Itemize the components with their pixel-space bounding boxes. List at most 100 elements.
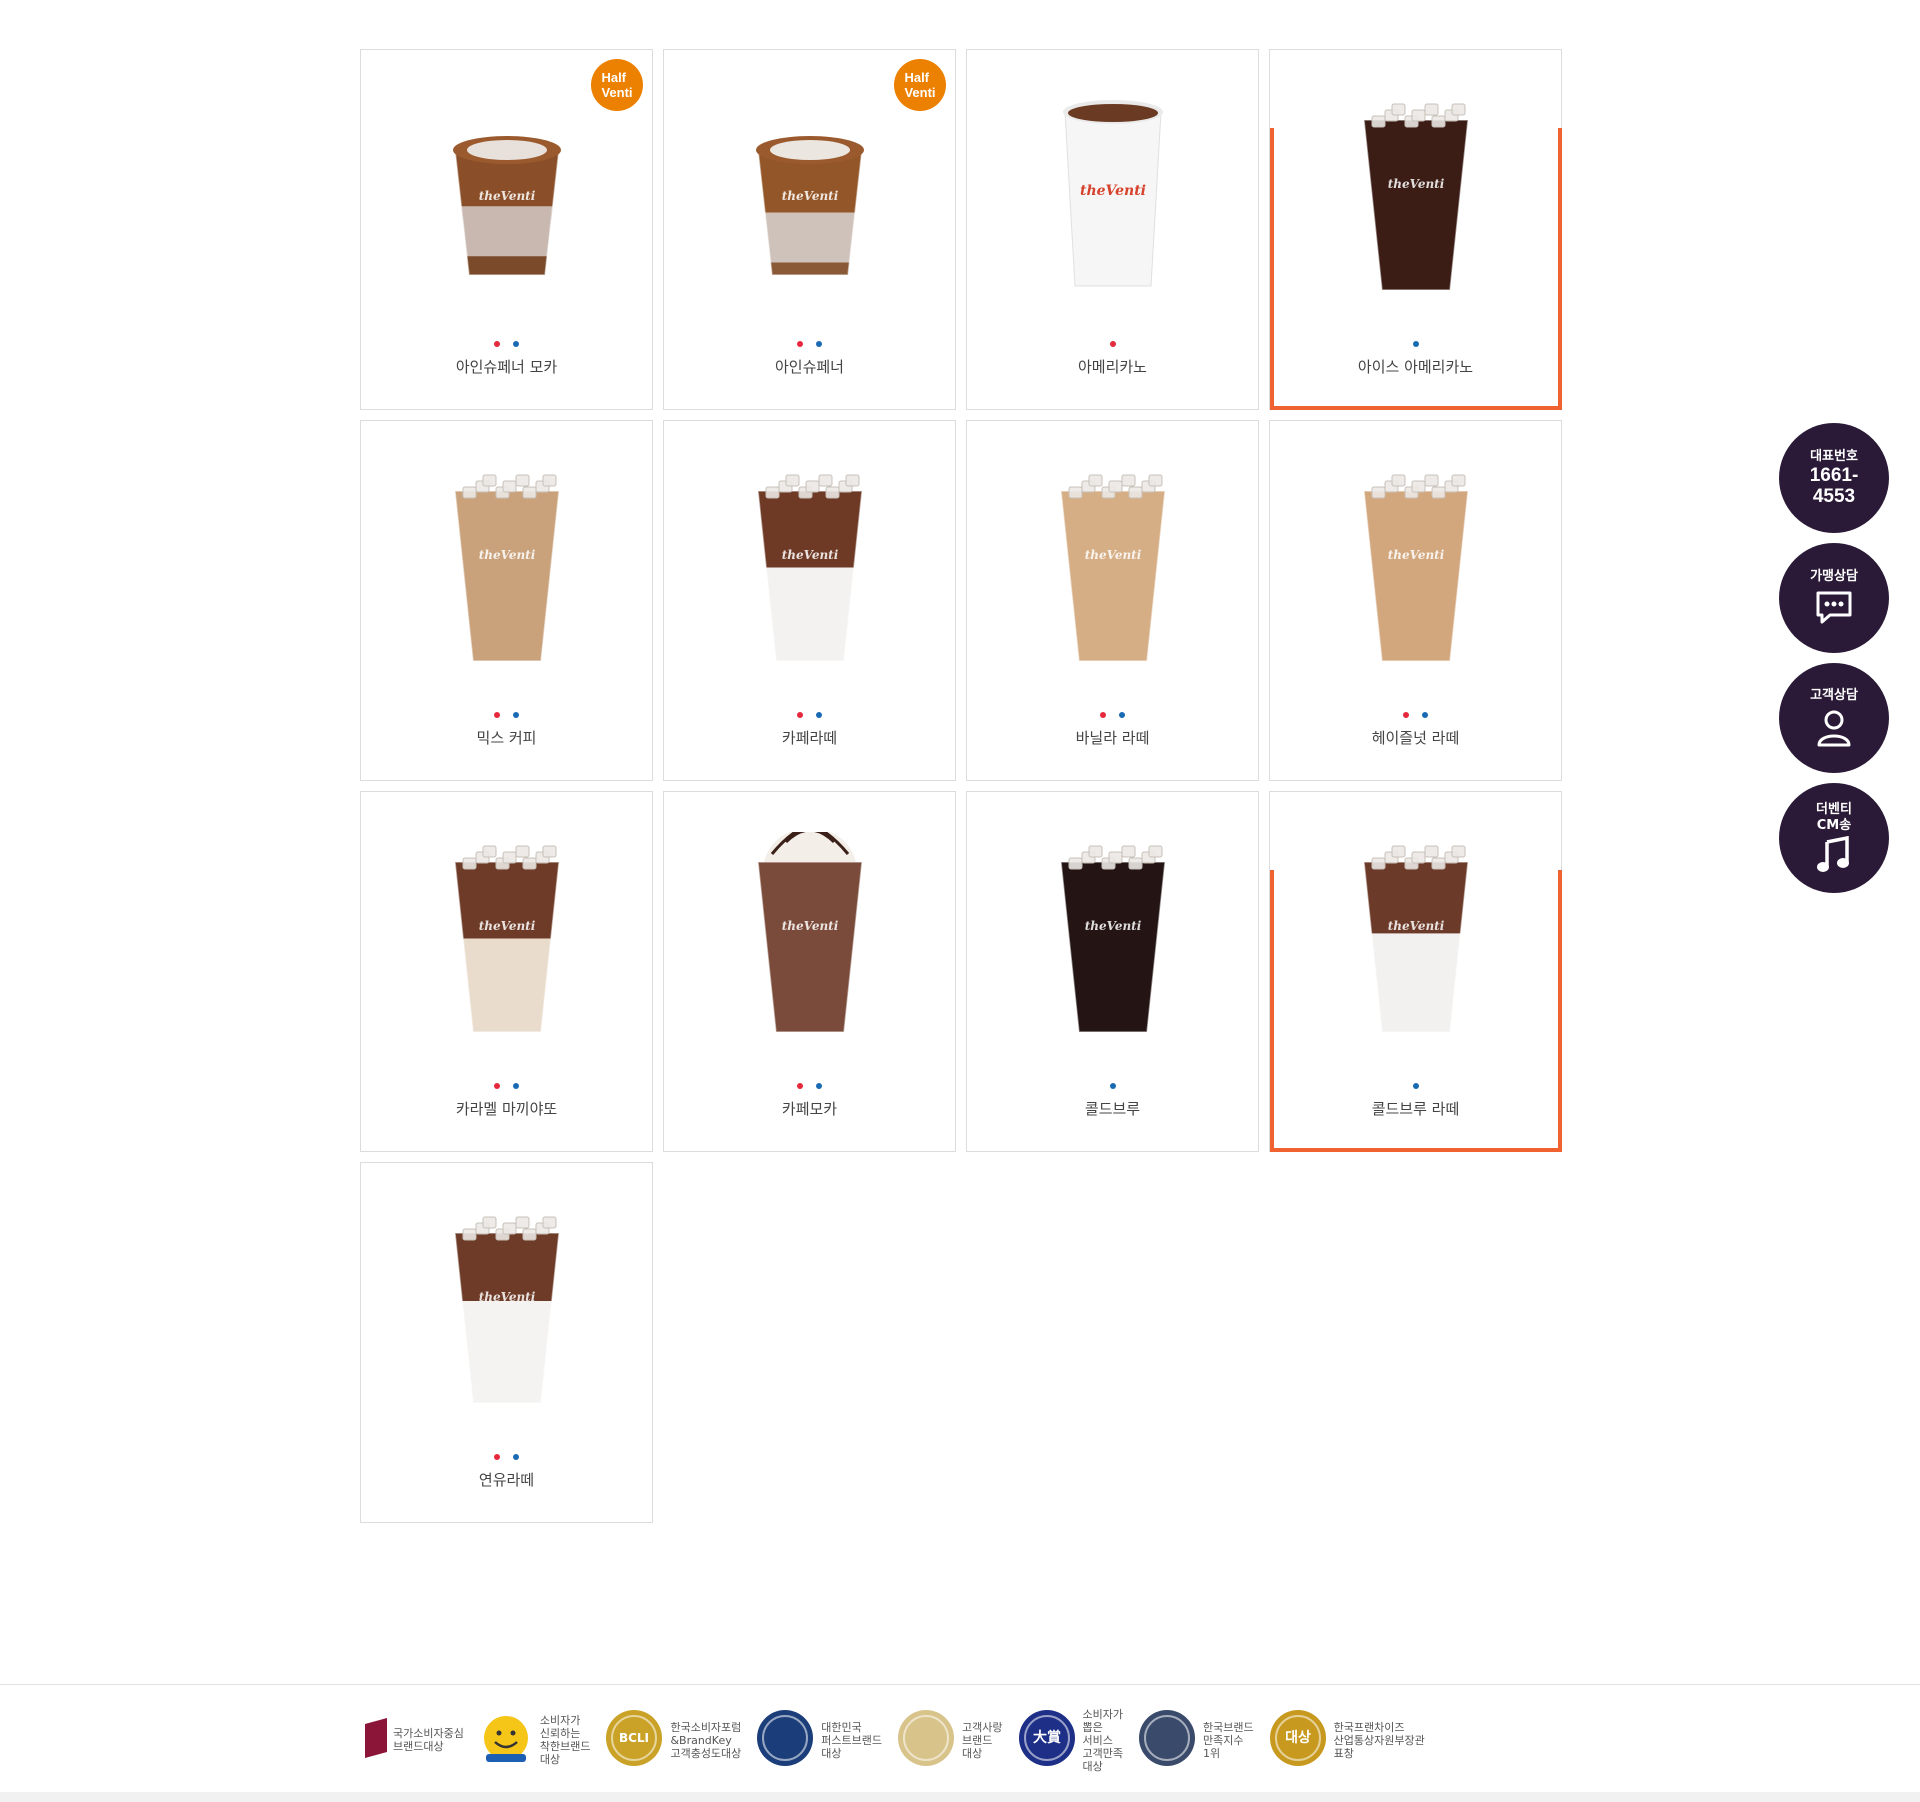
- hot-dot-icon: [1100, 712, 1106, 718]
- product-card[interactable]: theVenti 카페라떼: [663, 420, 956, 781]
- awards-strip: 국가소비자중심 브랜드대상 소비자가 신뢰하는 착한브랜드 대상 BCLI 한국소비자…: [365, 1700, 1439, 1780]
- hot-dot-icon: [1403, 712, 1409, 718]
- person-icon: [1817, 710, 1851, 747]
- product-name: 아인슈페너 모카: [455, 358, 558, 376]
- ice-dot-icon: [1412, 1083, 1419, 1089]
- cm-song-button[interactable]: 더벤티 CM송: [1779, 783, 1889, 893]
- first-brand-badge-icon: [755, 1708, 815, 1772]
- product-card[interactable]: theVenti 카라멜 마끼야또: [360, 791, 653, 1152]
- bcli-badge-icon: BCLI: [604, 1708, 664, 1772]
- customer-consult-label: 고객상담: [1810, 688, 1858, 703]
- customer-consult-button[interactable]: 고객상담: [1779, 663, 1889, 773]
- phone-quick-button[interactable]: 대표번호 1661- 4553: [1779, 423, 1889, 533]
- temperature-dots: [967, 712, 1258, 718]
- product-image: theVenti: [1053, 90, 1173, 290]
- product-grid: Half Venti theVenti 아인슈페너 모카 Half Venti theV…: [360, 49, 1562, 1523]
- product-name: 바닐라 라떼: [1075, 729, 1150, 747]
- cup-image: theVenti: [453, 1216, 560, 1403]
- product-image: theVenti: [750, 90, 870, 290]
- hot-dot-icon: [797, 712, 803, 718]
- svg-text:theVenti: theVenti: [1084, 548, 1141, 562]
- cup-image: theVenti: [1062, 100, 1163, 287]
- svg-text:theVenti: theVenti: [1387, 548, 1444, 562]
- product-name: 연유라떼: [478, 1471, 535, 1489]
- product-card[interactable]: theVenti 카페모카: [663, 791, 956, 1152]
- product-image: theVenti: [1356, 832, 1476, 1032]
- hot-dot-icon: [494, 1083, 500, 1089]
- award-text: 한국프랜차이즈 산업통상자원부장관 표창: [1333, 1720, 1425, 1760]
- cup-image: theVenti: [453, 474, 560, 661]
- cup-image: theVenti: [1059, 845, 1166, 1032]
- ice-dot-icon: [1412, 341, 1419, 347]
- product-image: theVenti: [750, 461, 870, 661]
- svg-text:theVenti: theVenti: [1387, 177, 1444, 191]
- product-card[interactable]: theVenti 연유라떼: [360, 1162, 653, 1523]
- ice-dot-icon: [513, 1083, 519, 1089]
- product-card[interactable]: theVenti 콜드브루 라떼: [1269, 791, 1562, 1152]
- hot-dot-icon: [797, 341, 803, 347]
- ice-dot-icon: [513, 1454, 519, 1460]
- award-item: 국가소비자중심 브랜드대상: [365, 1718, 464, 1762]
- temperature-dots: [967, 1083, 1258, 1089]
- award-text: 고객사랑 브랜드 대상: [962, 1720, 1003, 1760]
- temperature-dots: [1270, 341, 1561, 347]
- ice-dot-icon: [513, 712, 519, 718]
- cm-song-label: 더벤티 CM송: [1816, 802, 1852, 833]
- product-card[interactable]: theVenti 아이스 아메리카노: [1269, 49, 1562, 410]
- product-name: 믹스 커피: [476, 729, 537, 747]
- award-item: 大賞 소비자가 뽑은 서비스 고객만족 대상: [1017, 1708, 1123, 1773]
- svg-text:theVenti: theVenti: [781, 189, 838, 203]
- ice-dot-icon: [1422, 712, 1428, 718]
- hot-dot-icon: [1109, 341, 1116, 347]
- product-card[interactable]: Half Venti theVenti 아인슈페너: [663, 49, 956, 410]
- product-image: theVenti: [447, 832, 567, 1032]
- product-image: theVenti: [1356, 90, 1476, 290]
- product-name: 헤이즐넛 라떼: [1371, 729, 1460, 747]
- product-name: 아이스 아메리카노: [1357, 358, 1474, 376]
- award-text: 대한민국 퍼스트브랜드 대상: [821, 1720, 883, 1760]
- svg-text:theVenti: theVenti: [781, 548, 838, 562]
- award-item: BCLI 한국소비자포럼 &BrandKey 고객충성도대상: [604, 1708, 741, 1772]
- product-card[interactable]: theVenti 콜드브루: [966, 791, 1259, 1152]
- product-name: 콜드브루 라떼: [1371, 1100, 1460, 1118]
- award-item: 대한민국 퍼스트브랜드 대상: [755, 1708, 882, 1772]
- svg-text:theVenti: theVenti: [1084, 919, 1141, 933]
- award-text: 한국브랜드 만족지수 1위: [1203, 1720, 1254, 1760]
- product-image: theVenti: [447, 461, 567, 661]
- customer-love-badge-icon: [896, 1708, 956, 1772]
- product-image: theVenti: [1053, 832, 1173, 1032]
- product-image: theVenti: [447, 1203, 567, 1403]
- cup-image: theVenti: [755, 136, 864, 276]
- svg-text:theVenti: theVenti: [1387, 919, 1444, 933]
- product-card[interactable]: theVenti 바닐라 라떼: [966, 420, 1259, 781]
- ice-dot-icon: [816, 1083, 822, 1089]
- kbsi-badge-icon: [1137, 1708, 1197, 1772]
- footer-divider: [0, 1684, 1920, 1685]
- half-venti-badge: Half Venti: [894, 59, 946, 111]
- cup-image: theVenti: [453, 845, 560, 1032]
- cup-image: theVenti: [452, 136, 561, 276]
- award-item: 소비자가 신뢰하는 착한브랜드 대상: [478, 1712, 590, 1768]
- franchise-consult-button[interactable]: 가맹상담: [1779, 543, 1889, 653]
- hot-dot-icon: [494, 712, 500, 718]
- product-card[interactable]: theVenti 믹스 커피: [360, 420, 653, 781]
- svg-text:theVenti: theVenti: [781, 919, 838, 933]
- svg-text:theVenti: theVenti: [1079, 183, 1145, 199]
- svg-text:theVenti: theVenti: [478, 548, 535, 562]
- franchise-consult-label: 가맹상담: [1810, 569, 1858, 584]
- phone-number: 1661- 4553: [1809, 465, 1859, 507]
- ice-dot-icon: [1109, 1083, 1116, 1089]
- ice-dot-icon: [513, 341, 519, 347]
- award-item: 대상 한국프랜차이즈 산업통상자원부장관 표창: [1268, 1708, 1425, 1772]
- cup-image: theVenti: [1362, 474, 1469, 661]
- temperature-dots: [361, 1454, 652, 1460]
- cup-image: theVenti: [1362, 103, 1469, 290]
- music-note-icon: [1817, 836, 1849, 872]
- product-card[interactable]: theVenti 아메리카노: [966, 49, 1259, 410]
- product-card[interactable]: Half Venti theVenti 아인슈페너 모카: [360, 49, 653, 410]
- ccm-logo-icon: [365, 1718, 387, 1762]
- temperature-dots: [1270, 1083, 1561, 1089]
- temperature-dots: [361, 341, 652, 347]
- product-name: 카페라떼: [781, 729, 838, 747]
- product-card[interactable]: theVenti 헤이즐넛 라떼: [1269, 420, 1562, 781]
